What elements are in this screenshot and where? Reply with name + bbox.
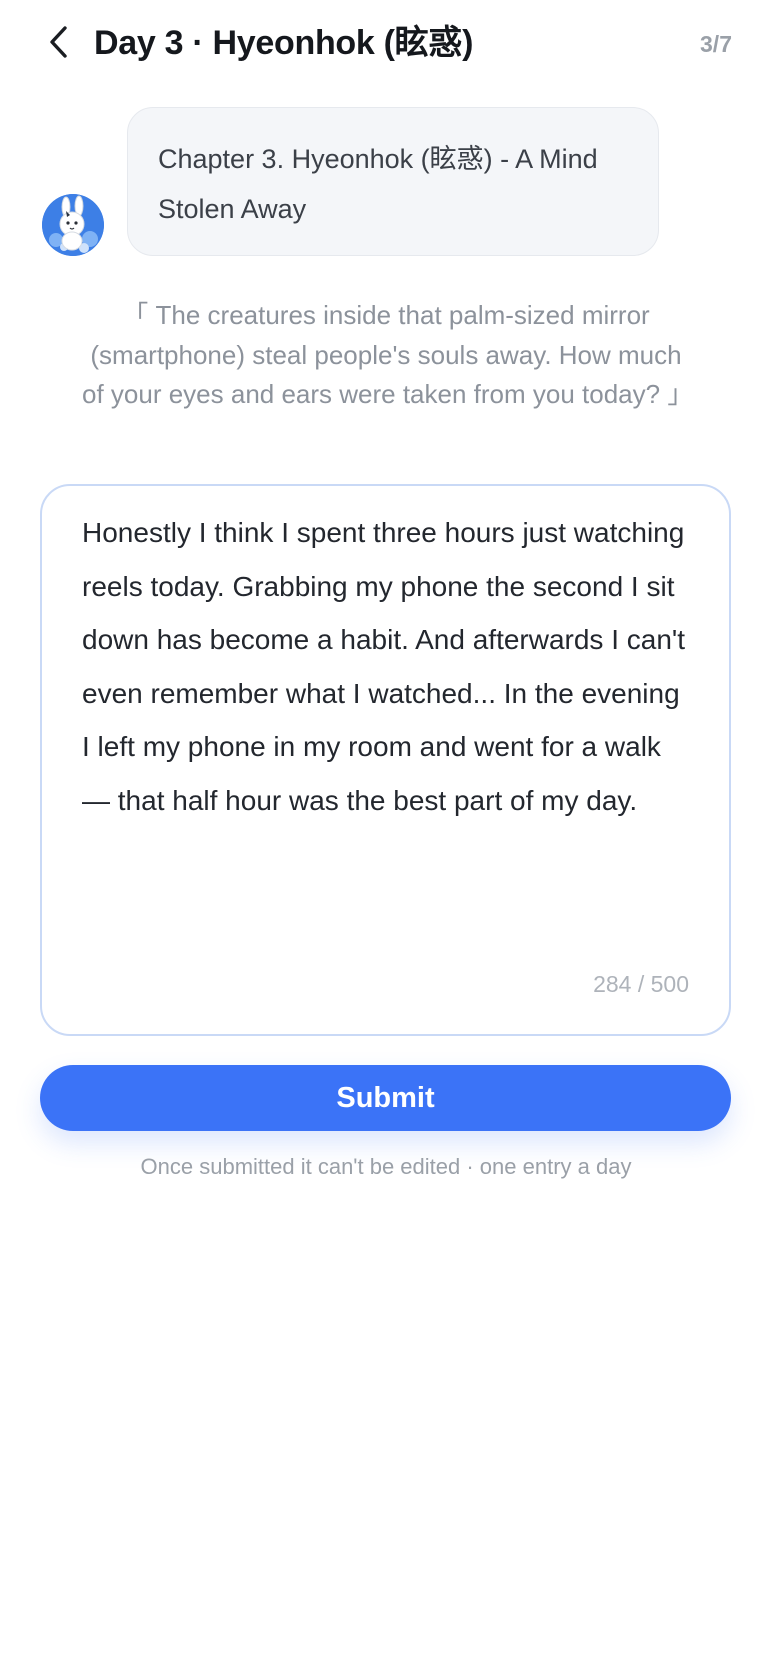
back-button[interactable]: [38, 20, 82, 64]
submission-hint: Once submitted it can't be edited · one …: [140, 1154, 632, 1179]
chapter-message-text: Chapter 3. Hyeonhok (眩惑) - A Mind Stolen…: [158, 144, 598, 224]
chevron-left-icon: [50, 26, 67, 58]
journal-entry-field[interactable]: Honestly I think I spent three hours jus…: [40, 484, 731, 1036]
page-title: Day 3 · Hyeonhok (眩惑): [94, 24, 474, 62]
bunny-avatar-icon: [42, 194, 104, 256]
chapter-message-bubble: Chapter 3. Hyeonhok (眩惑) - A Mind Stolen…: [127, 107, 659, 256]
journal-entry-text[interactable]: Honestly I think I spent three hours jus…: [82, 506, 692, 827]
reflection-prompt: 「 The creatures inside that palm-sized m…: [82, 300, 694, 409]
top-bar: Day 3 · Hyeonhok (眩惑) 3/7: [0, 0, 772, 90]
submit-button[interactable]: Submit: [40, 1065, 731, 1131]
day-progress: 3/7: [700, 31, 732, 57]
character-count: 284 / 500: [593, 971, 689, 997]
